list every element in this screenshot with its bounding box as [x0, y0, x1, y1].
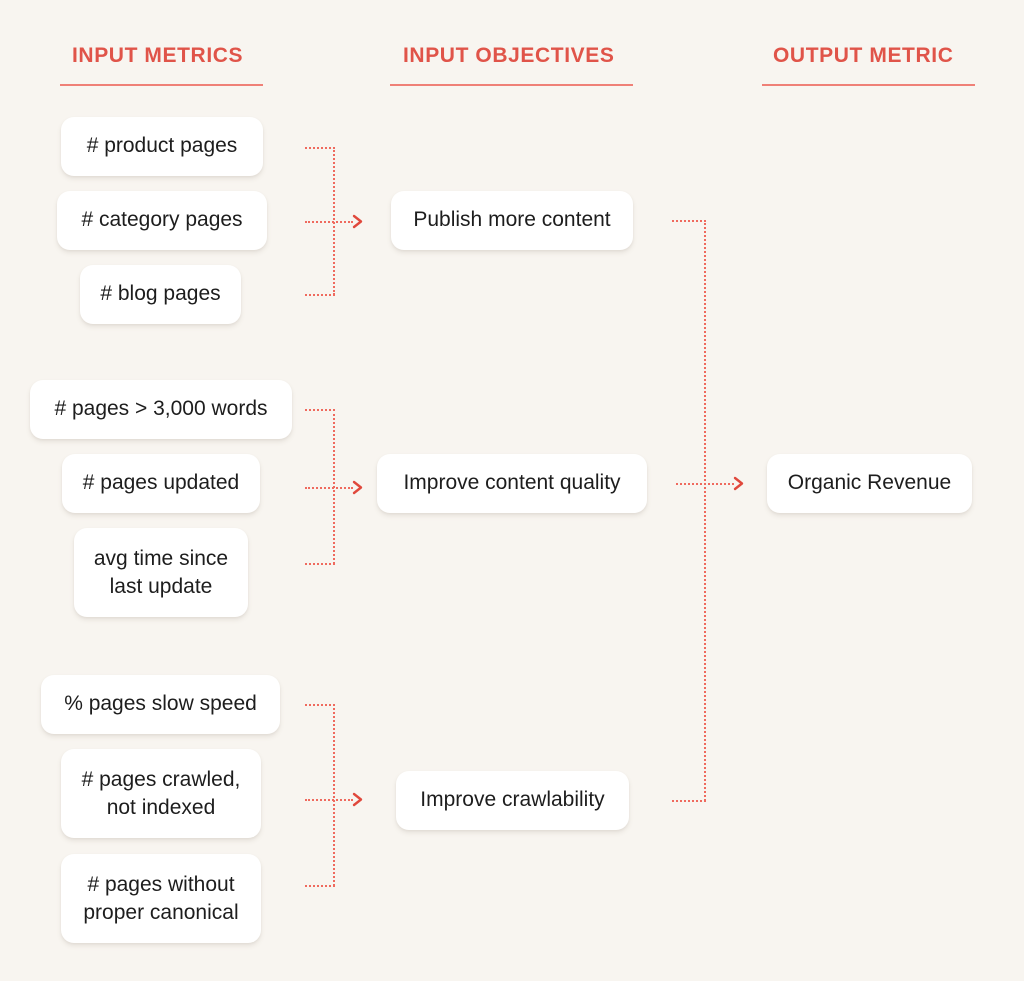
metric-node-text: # pages crawled, not indexed: [82, 766, 241, 821]
metric-node-pages-without-proper-canonical[interactable]: # pages without proper canonical: [61, 854, 261, 943]
connector-stub-blog-pages: [305, 294, 335, 296]
metric-node-pages-over-3000-words[interactable]: # pages > 3,000 words: [30, 380, 292, 439]
connector-stub-pages-over-3000-words: [305, 409, 335, 411]
objective-node-improve-content-quality[interactable]: Improve content quality: [377, 454, 647, 513]
column-header-input-metrics: INPUT METRICS: [72, 44, 244, 67]
metric-node-pages-slow-speed[interactable]: % pages slow speed: [41, 675, 280, 734]
column-header-input-objectives: INPUT OBJECTIVES: [403, 44, 615, 67]
arrowhead-icon-publish: [352, 214, 365, 229]
connector-arrow-line-output: [676, 483, 734, 485]
metric-node-text: # pages without proper canonical: [83, 871, 238, 926]
metric-node-product-pages[interactable]: # product pages: [61, 117, 263, 176]
column-header-output-metric: OUTPUT METRIC: [773, 44, 954, 67]
connector-stub-pages-slow-speed: [305, 704, 335, 706]
metric-line-1: avg time since: [93, 547, 229, 571]
metric-line-2: last update: [109, 574, 213, 598]
metric-line-1: # pages without: [87, 873, 235, 897]
metric-node-text: avg time since last update: [94, 545, 228, 600]
metric-line-2: proper canonical: [83, 900, 239, 924]
objective-node-improve-crawlability[interactable]: Improve crawlability: [396, 771, 629, 830]
arrowhead-icon-crawl: [352, 792, 365, 807]
diagram-canvas: INPUT METRICS INPUT OBJECTIVES OUTPUT ME…: [0, 0, 1024, 981]
metric-line-1: # pages crawled,: [81, 768, 241, 792]
metric-node-pages-updated[interactable]: # pages updated: [62, 454, 260, 513]
connector-spine-crawl-group: [333, 704, 335, 886]
connector-stub-pages-without-proper-canonical: [305, 885, 335, 887]
metric-node-category-pages[interactable]: # category pages: [57, 191, 267, 250]
connector-arrow-line-quality: [305, 487, 353, 489]
connector-arrow-line-crawl: [305, 799, 353, 801]
arrowhead-icon-output: [733, 476, 746, 491]
metric-node-pages-crawled-not-indexed[interactable]: # pages crawled, not indexed: [61, 749, 261, 838]
column-rule-input-metrics: [60, 84, 263, 86]
connector-stub-avg-time-since-last-update: [305, 563, 335, 565]
metric-node-avg-time-since-last-update[interactable]: avg time since last update: [74, 528, 248, 617]
output-node-organic-revenue[interactable]: Organic Revenue: [767, 454, 972, 513]
connector-stub-publish-to-output: [672, 220, 706, 222]
connector-arrow-line-publish: [305, 221, 353, 223]
column-rule-input-objectives: [390, 84, 633, 86]
arrowhead-icon-quality: [352, 480, 365, 495]
connector-stub-crawlability-to-output: [672, 800, 706, 802]
objective-node-publish-more-content[interactable]: Publish more content: [391, 191, 633, 250]
metric-node-blog-pages[interactable]: # blog pages: [80, 265, 241, 324]
connector-spine-output: [704, 220, 706, 801]
connector-stub-product-pages: [305, 147, 335, 149]
column-rule-output-metric: [762, 84, 975, 86]
metric-line-2: not indexed: [106, 795, 216, 819]
